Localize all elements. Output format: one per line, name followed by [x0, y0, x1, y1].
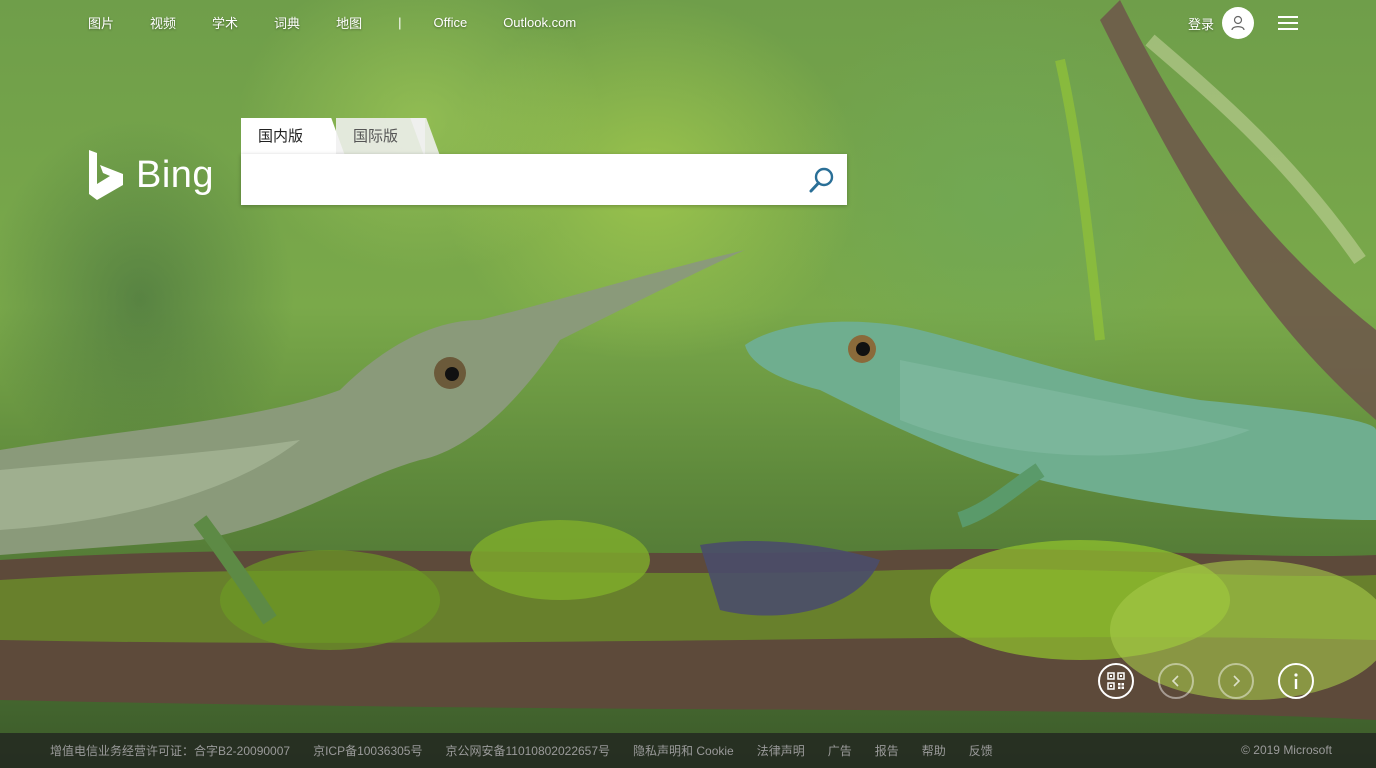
previous-image-button[interactable] [1158, 663, 1194, 699]
nav-office[interactable]: Office [433, 15, 467, 30]
tab-international[interactable]: 国际版 [336, 118, 425, 155]
search-button[interactable] [808, 166, 836, 194]
chevron-right-icon [1233, 675, 1241, 687]
search-input[interactable] [255, 154, 799, 207]
footer-feedback[interactable]: 反馈 [969, 742, 993, 759]
bing-b-icon [89, 150, 123, 200]
nav-outlook[interactable]: Outlook.com [503, 15, 576, 30]
next-image-button[interactable] [1218, 663, 1254, 699]
footer-public-security[interactable]: 京公网安备11010802022657号 [445, 742, 610, 759]
nav-videos[interactable]: 视频 [150, 13, 176, 32]
footer-legal[interactable]: 法律声明 [757, 742, 805, 759]
footer-report[interactable]: 报告 [875, 742, 899, 759]
hamburger-menu-icon[interactable] [1278, 15, 1298, 31]
nav-maps[interactable]: 地图 [336, 13, 362, 32]
nav-separator: | [398, 15, 402, 30]
nav-dictionary[interactable]: 词典 [274, 13, 300, 32]
anole-lizards-scene [0, 0, 1376, 720]
copyright: © 2019 Microsoft [1241, 743, 1332, 757]
qr-code-icon [1107, 672, 1125, 690]
user-icon [1231, 15, 1245, 31]
top-nav: 图片 视频 学术 词典 地图 | Office Outlook.com [88, 13, 612, 32]
search-box [241, 154, 847, 207]
footer-license[interactable]: 增值电信业务经营许可证：合字B2-20090007 [50, 742, 290, 759]
logo-text: Bing [136, 153, 215, 196]
qr-code-button[interactable] [1098, 663, 1134, 699]
signin-link[interactable]: 登录 [1188, 14, 1214, 33]
footer-ads[interactable]: 广告 [828, 742, 852, 759]
info-icon [1294, 673, 1298, 689]
footer-privacy[interactable]: 隐私声明和 Cookie [633, 742, 734, 759]
footer: 增值电信业务经营许可证：合字B2-20090007 京ICP备10036305号… [0, 733, 1376, 768]
tab-international-label: 国际版 [353, 128, 399, 145]
chevron-left-icon [1171, 675, 1179, 687]
background-image [0, 0, 1376, 768]
info-button[interactable] [1278, 663, 1314, 699]
footer-icp[interactable]: 京ICP备10036305号 [313, 742, 422, 759]
nav-academic[interactable]: 学术 [212, 13, 238, 32]
nav-images[interactable]: 图片 [88, 13, 114, 32]
tab-domestic[interactable]: 国内版 [241, 118, 328, 155]
footer-help[interactable]: 帮助 [922, 742, 946, 759]
search-scope-tabs: 国内版 国际版 [241, 118, 425, 155]
avatar[interactable] [1222, 7, 1254, 39]
bing-logo[interactable]: Bing [88, 150, 214, 200]
search-icon [809, 167, 834, 193]
account-area: 登录 [1188, 6, 1376, 40]
tab-domestic-label: 国内版 [258, 128, 304, 145]
